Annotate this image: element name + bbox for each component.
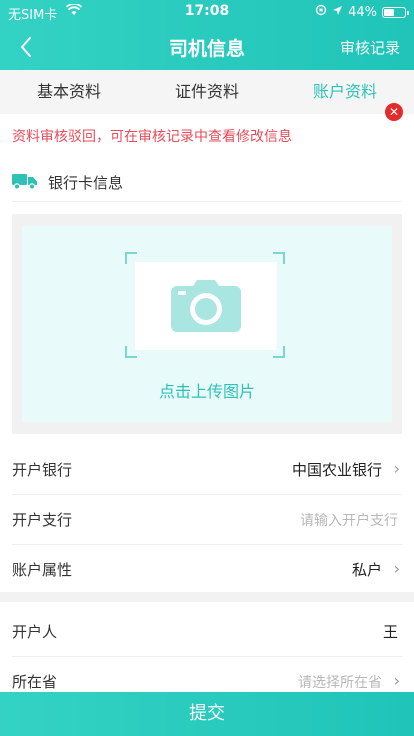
tab-bar: 基本资料 证件资料 账户资料 (0, 70, 414, 114)
section-divider (0, 592, 414, 602)
location-icon (332, 5, 343, 20)
account-holder-row[interactable]: 开户人 王 (12, 607, 402, 657)
battery-level (384, 8, 394, 16)
bank-card-upload[interactable]: 点击上传图片 (12, 214, 402, 434)
bank-name-value: 中国农业银行 (291, 461, 382, 479)
camera-icon (171, 280, 241, 332)
audit-record-button[interactable]: 审核记录 (340, 37, 400, 58)
bank-name-label: 开户银行 (12, 461, 73, 479)
account-type-value: 私户 (351, 561, 382, 579)
upload-area[interactable]: 点击上传图片 (22, 226, 392, 422)
bank-card-section-header: 银行卡信息 (12, 166, 402, 202)
account-type-label: 账户属性 (12, 561, 73, 579)
battery-icon (382, 6, 409, 18)
nav-bar: 司机信息 审核记录 (0, 24, 414, 70)
bank-card-section-title: 银行卡信息 (48, 174, 124, 192)
tab-basic-info[interactable]: 基本资料 (0, 70, 138, 114)
account-holder-label: 开户人 (12, 623, 58, 641)
branch-label: 开户支行 (12, 511, 73, 529)
upload-label[interactable]: 点击上传图片 (22, 378, 392, 402)
account-form: 资料审核驳回，可在审核记录中查看修改信息 银行卡信息 点击上传图片 开户银行 中… (0, 114, 414, 692)
orientation-lock-icon (315, 4, 327, 20)
battery-percent: 44% (348, 4, 377, 20)
account-type-row[interactable]: 账户属性 私户 › (12, 545, 402, 595)
account-holder-value[interactable]: 王 (383, 621, 398, 642)
chevron-right-icon: › (393, 459, 400, 478)
submit-button[interactable]: 提交 (0, 692, 414, 736)
rejection-notice: 资料审核驳回，可在审核记录中查看修改信息 (12, 129, 292, 145)
branch-row[interactable]: 开户支行 请输入开户支行 (12, 495, 402, 545)
province-select[interactable]: 请选择所在省 (298, 672, 382, 692)
truck-icon (12, 171, 38, 191)
status-bar: 无SIM卡 17:08 44% (0, 0, 414, 24)
chevron-right-icon: › (393, 559, 400, 578)
bank-name-row[interactable]: 开户银行 中国农业银行 › (12, 445, 402, 495)
chevron-right-icon: › (393, 671, 400, 690)
branch-input[interactable]: 请输入开户支行 (300, 510, 398, 530)
province-label: 所在省 (12, 673, 58, 691)
delete-image-icon[interactable]: ✕ (385, 103, 403, 121)
photo-placeholder[interactable] (135, 262, 277, 350)
tab-documents[interactable]: 证件资料 (138, 70, 276, 114)
